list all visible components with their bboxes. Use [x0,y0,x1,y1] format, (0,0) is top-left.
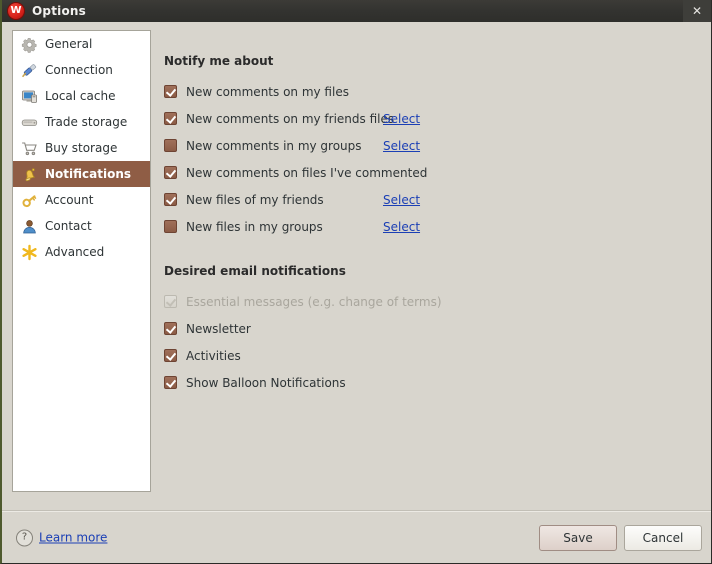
learn-more-label: Learn more [39,530,108,545]
sidebar-item-connection[interactable]: Connection [13,57,150,83]
option-row: Essential messages (e.g. change of terms… [164,288,701,315]
sidebar-item-trade-storage[interactable]: Trade storage [13,109,150,135]
section-heading: Desired email notifications [164,264,346,278]
sidebar-item-account[interactable]: Account [13,187,150,213]
checkbox[interactable] [164,220,177,233]
sidebar-item-label: Connection [45,63,113,77]
options-window: W Options ✕ General Connection Local cache… [0,0,712,564]
learn-more-link[interactable]: ? Learn more [16,529,107,546]
sidebar-item-label: Notifications [45,167,132,181]
cancel-button[interactable]: Cancel [624,524,702,551]
option-row: New files of my friends Select [164,186,701,213]
plug-icon [21,62,38,79]
title-bar: W Options ✕ [2,0,711,22]
option-label: Activities [186,348,241,363]
monitor-icon [21,88,38,105]
person-icon [21,218,38,235]
w-logo-icon: W [8,3,24,19]
checkbox[interactable] [164,193,177,206]
save-button[interactable]: Save [539,524,617,551]
sidebar-item-contact[interactable]: Contact [13,213,150,239]
option-row: New files in my groups Select [164,213,701,240]
option-row: Newsletter [164,315,701,342]
cart-icon [21,140,38,157]
option-label: New files in my groups [186,219,323,234]
window-title: Options [32,4,86,18]
option-label: New comments on files I've commented [186,165,428,180]
checkbox[interactable] [164,166,177,179]
checkbox[interactable] [164,349,177,362]
option-row: Show Balloon Notifications [164,369,701,396]
sidebar-item-notifications[interactable]: Notifications [13,161,150,187]
option-label: New comments on my files [186,84,349,99]
sidebar-item-label: Trade storage [45,115,128,129]
gear-icon [21,36,38,53]
option-row: New comments on files I've commented [164,159,701,186]
option-label: Newsletter [186,321,251,336]
sidebar-item-buy-storage[interactable]: Buy storage [13,135,150,161]
question-mark-icon: ? [16,529,33,546]
option-label: Show Balloon Notifications [186,375,346,390]
section-heading: Notify me about [164,54,274,68]
select-link[interactable]: Select [383,193,420,207]
option-label: Essential messages (e.g. change of terms… [186,294,442,309]
sidebar-item-general[interactable]: General [13,31,150,57]
checkbox[interactable] [164,112,177,125]
select-link[interactable]: Select [383,112,420,126]
option-row: New comments on my files [164,78,701,105]
sidebar-item-label: Local cache [45,89,116,103]
option-label: New comments on my friends files [186,111,395,126]
option-row: New comments on my friends files Select [164,105,701,132]
checkbox [164,295,177,308]
checkbox[interactable] [164,139,177,152]
dialog-footer: ? Learn more Save Cancel [2,510,711,563]
sidebar-item-label: General [45,37,93,51]
option-row: Activities [164,342,701,369]
select-link[interactable]: Select [383,220,420,234]
checkbox[interactable] [164,85,177,98]
dialog-body: General Connection Local cache Trade storag… [2,22,711,563]
sidebar-item-label: Account [45,193,94,207]
sidebar-item-label: Advanced [45,245,105,259]
select-link[interactable]: Select [383,139,420,153]
close-icon[interactable]: ✕ [683,0,711,22]
settings-sidebar: General Connection Local cache Trade storag… [12,30,151,492]
sidebar-item-label: Contact [45,219,92,233]
option-row: New comments in my groups Select [164,132,701,159]
asterisk-icon [21,244,38,261]
sidebar-item-label: Buy storage [45,141,118,155]
option-label: New comments in my groups [186,138,362,153]
key-icon [21,192,38,209]
sidebar-item-local-cache[interactable]: Local cache [13,83,150,109]
sidebar-item-advanced[interactable]: Advanced [13,239,150,265]
notifications-pane: Notify me about New comments on my files N… [164,30,701,396]
drive-icon [21,114,38,131]
checkbox[interactable] [164,322,177,335]
option-label: New files of my friends [186,192,324,207]
bell-icon [21,166,38,183]
checkbox[interactable] [164,376,177,389]
